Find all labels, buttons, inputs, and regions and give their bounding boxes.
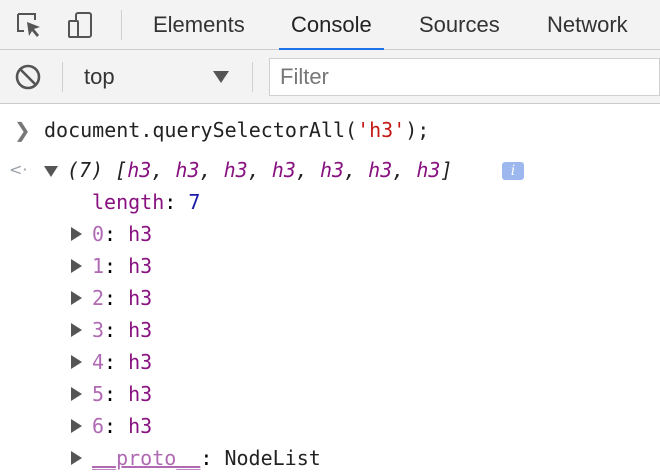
console-input-line: ❯ document.querySelectorAll('h3'); [0,114,660,146]
devtools-tabbar: Elements Console Sources Network [0,0,660,51]
entry-index: 1 [92,254,105,278]
entry-value: h3 [128,350,153,374]
summary-item: h3 [319,158,345,182]
toolbar-divider [121,10,122,40]
entry-value: h3 [128,254,153,278]
expand-toggle-icon[interactable] [71,387,82,401]
entry-index: 2 [92,286,105,310]
summary-item: h3 [271,158,296,182]
chevron-down-icon[interactable] [213,71,229,83]
expand-toggle-icon[interactable] [71,451,82,465]
entry-value: h3 [128,382,153,406]
command-prefix: document.querySelectorAll( [44,118,358,142]
nodelist-summary[interactable]: (7) [h3, h3, h3, h3, h3, h3, h3] [67,154,452,186]
entry-index: 3 [92,318,105,342]
inspect-element-icon[interactable] [14,10,44,40]
list-item[interactable]: 0: h3 [0,218,660,250]
list-item[interactable]: 6: h3 [0,410,660,442]
console-command: document.querySelectorAll('h3'); [44,114,429,146]
expand-toggle-icon[interactable] [71,419,82,433]
command-suffix: ); [405,118,430,142]
tab-elements[interactable]: Elements [153,0,245,50]
entry-index: 6 [92,414,105,438]
expand-toggle-icon[interactable] [44,166,58,177]
list-item[interactable]: 5: h3 [0,378,660,410]
entry-index: 4 [92,350,105,374]
console-toolbar: top [0,50,660,104]
list-item[interactable]: 1: h3 [0,250,660,282]
context-selector[interactable]: top [84,50,115,104]
toolbar-divider [252,62,253,92]
proto-value: NodeList [224,446,321,470]
command-argument: 'h3' [357,118,406,142]
nodelist-count: (7) [67,158,104,182]
toolbar-divider [62,62,63,92]
summary-item: h3 [175,158,200,182]
entry-value: h3 [128,414,153,438]
filter-input[interactable] [270,59,659,95]
summary-close-bracket: ] [440,158,453,182]
list-item[interactable]: 4: h3 [0,346,660,378]
tab-sources[interactable]: Sources [419,0,500,50]
prompt-chevron-icon: ❯ [14,118,31,142]
property-value: 7 [188,190,201,214]
tab-console[interactable]: Console [279,0,384,51]
entry-index: 0 [92,222,105,246]
entry-value: h3 [128,286,153,310]
list-item[interactable]: 2: h3 [0,282,660,314]
tab-network[interactable]: Network [547,0,628,50]
summary-item: h3 [368,158,393,182]
proto-key: __proto__ [92,446,201,470]
result-arrow-icon: <· [9,160,28,179]
list-item[interactable]: 3: h3 [0,314,660,346]
console-result-line: <· (7) [h3, h3, h3, h3, h3, h3, h3] i [0,154,660,186]
entry-value: h3 [128,222,153,246]
summary-item: h3 [223,158,248,182]
entry-value: h3 [128,318,153,342]
expand-toggle-icon[interactable] [71,323,82,337]
summary-item: h3 [416,158,441,182]
property-key: length [92,190,165,214]
proto-item[interactable]: __proto__: NodeList [0,442,660,474]
property-length: length: 7 [92,190,201,214]
console-output: ❯ document.querySelectorAll('h3'); <· (7… [0,104,660,474]
expand-toggle-icon[interactable] [71,355,82,369]
entry-index: 5 [92,382,105,406]
summary-open-bracket: [ [115,158,128,182]
clear-console-icon[interactable] [13,62,43,92]
device-toolbar-icon[interactable] [66,10,96,40]
filter-field[interactable] [269,58,660,96]
expand-toggle-icon[interactable] [71,227,82,241]
expand-toggle-icon[interactable] [71,291,82,305]
summary-item: h3 [127,158,152,182]
expand-toggle-icon[interactable] [71,259,82,273]
info-icon[interactable]: i [502,162,524,180]
